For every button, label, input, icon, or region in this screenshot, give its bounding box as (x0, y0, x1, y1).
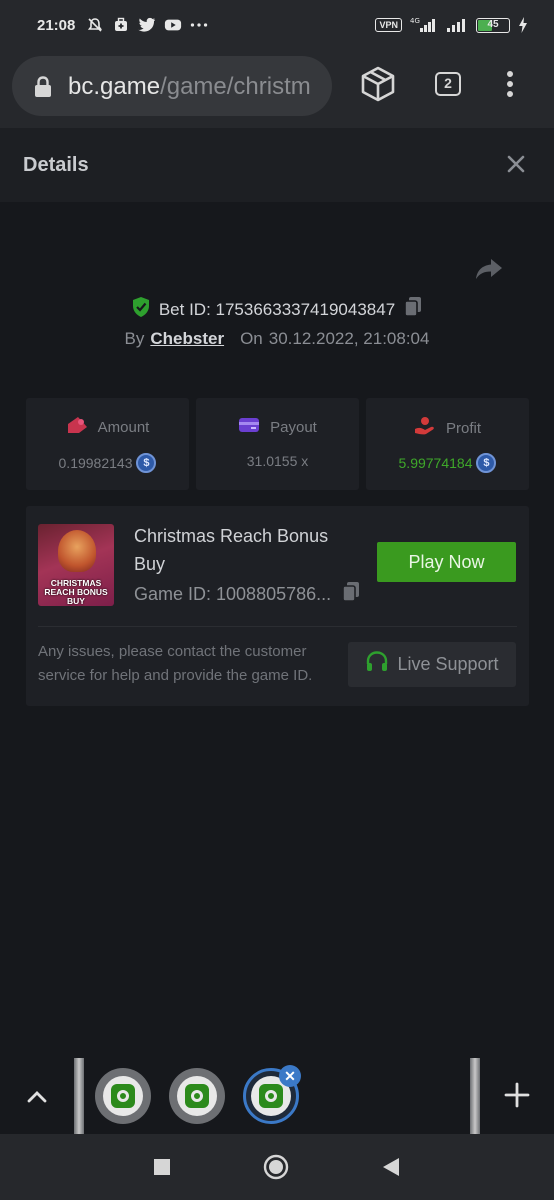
copy-icon[interactable] (403, 296, 423, 323)
amount-icon (66, 416, 88, 438)
home-icon[interactable] (263, 1154, 289, 1180)
payout-label: Payout (270, 418, 317, 436)
signal-4g-icon: 4G (410, 16, 438, 34)
game-id-row: Game ID: 1008805786... (134, 581, 361, 608)
medical-bag-icon (112, 16, 130, 34)
live-support-button[interactable]: Live Support (348, 642, 516, 687)
close-tab-icon[interactable]: ✕ (279, 1065, 301, 1087)
thumbnail-character (58, 530, 96, 572)
tab-bubble[interactable] (95, 1068, 151, 1124)
game-id: Game ID: 1008805786... (134, 584, 332, 604)
tab-bubble[interactable] (169, 1068, 225, 1124)
play-now-button[interactable]: Play Now (377, 542, 516, 582)
bet-datetime: 30.12.2022, 21:08:04 (268, 329, 430, 348)
status-left-icons (86, 16, 208, 34)
bell-off-icon (86, 16, 104, 34)
url-text: bc.game/game/christm (68, 73, 328, 101)
svg-text:4G: 4G (410, 17, 420, 25)
payout-card: Payout 31.0155 x (196, 398, 359, 490)
by-label: By (124, 329, 145, 348)
profit-icon (414, 416, 436, 440)
usdc-coin-icon: $ (136, 453, 157, 473)
more-notifications-icon (190, 16, 208, 34)
close-icon[interactable] (504, 152, 528, 176)
bc-game-logo-icon (185, 1084, 209, 1108)
username-link[interactable]: Chebster (150, 329, 224, 349)
bc-game-logo-icon (111, 1084, 135, 1108)
status-bar: 21:08 VPN 4G 45 (0, 0, 554, 52)
charging-icon (518, 16, 528, 34)
recents-icon[interactable] (149, 1154, 175, 1180)
youtube-icon (164, 16, 182, 34)
cube-icon[interactable] (358, 64, 398, 104)
divider (38, 626, 517, 627)
payout-value: 31.0155 x (246, 453, 309, 469)
amount-value: 0.19982143 (58, 455, 133, 471)
game-name: Christmas Reach Bonus Buy (134, 526, 329, 574)
share-icon[interactable] (474, 254, 504, 284)
live-support-label: Live Support (397, 654, 499, 674)
chevron-up-icon[interactable] (24, 1084, 50, 1110)
plus-icon[interactable] (500, 1078, 534, 1112)
bet-id: Bet ID: 1753663337419043847 (158, 299, 396, 319)
battery-icon: 45 (476, 17, 510, 33)
game-thumbnail[interactable]: CHRISTMAS REACH BONUS BUY (38, 524, 114, 606)
bet-id-row: Bet ID: 1753663337419043847 (0, 296, 554, 323)
browser-toolbar: bc.game/game/christm 2 (0, 52, 554, 128)
vpn-badge: VPN (375, 18, 402, 32)
url-path: /game/christm (160, 73, 311, 100)
headset-icon (365, 650, 389, 679)
details-header: Details (0, 128, 554, 202)
support-notice: Any issues, please contact the customer … (38, 643, 313, 684)
address-bar[interactable]: bc.game/game/christm (12, 56, 332, 116)
shield-check-icon (131, 296, 151, 323)
overflow-menu-icon[interactable] (490, 64, 530, 104)
system-nav-bar (0, 1134, 554, 1200)
amount-label: Amount (97, 418, 150, 436)
strip-edge-right (470, 1058, 480, 1134)
tab-count: 2 (435, 72, 461, 96)
status-time: 21:08 (37, 17, 76, 34)
status-right-icons: VPN 4G 45 (375, 16, 528, 34)
thumbnail-title: CHRISTMAS REACH BONUS BUY (44, 578, 108, 606)
profit-card: Profit 5.99774184 $ (366, 398, 529, 490)
on-label: On (240, 329, 263, 348)
url-domain: bc.game (68, 73, 161, 100)
profit-value: 5.99774184 (398, 455, 473, 471)
tab-group-strip (0, 1058, 554, 1134)
bet-stats: Amount 0.19982143 $ Payout 31.0155 x Pro… (26, 398, 529, 490)
bc-game-logo-icon (259, 1084, 283, 1108)
back-icon[interactable] (378, 1154, 404, 1180)
strip-edge-left (74, 1058, 84, 1134)
details-title: Details (23, 154, 89, 176)
bet-meta-row: By Chebster On 30.12.2022, 21:08:04 (0, 329, 554, 349)
signal-icon (446, 16, 468, 34)
amount-card: Amount 0.19982143 $ (26, 398, 189, 490)
battery-level: 45 (487, 18, 499, 30)
usdc-coin-icon: $ (476, 453, 497, 473)
profit-label: Profit (445, 419, 481, 437)
game-card: CHRISTMAS REACH BONUS BUY Christmas Reac… (26, 506, 529, 706)
tab-switcher-button[interactable]: 2 (428, 64, 468, 104)
wallet-icon (238, 416, 260, 438)
lock-icon (34, 76, 52, 103)
copy-icon[interactable] (341, 581, 361, 608)
twitter-icon (138, 16, 156, 34)
